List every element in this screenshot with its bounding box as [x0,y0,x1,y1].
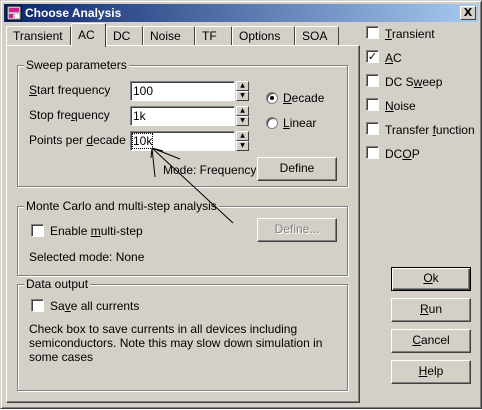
window-title: Choose Analysis [25,6,122,20]
dc-sweep-checkbox[interactable] [366,74,379,87]
dcop-checkbox[interactable] [366,146,379,159]
points-per-decade-input[interactable]: 10k [130,131,235,151]
ac-checkbox[interactable]: ✓ [366,50,379,63]
ac-label: AC [385,51,402,65]
close-button[interactable]: X [460,6,476,20]
linear-radio[interactable] [266,117,278,129]
multistep-define-button[interactable]: Define... [257,218,337,242]
tab-dc[interactable]: DC [106,26,143,46]
dcop-label: DCOP [385,147,420,161]
transient-checkbox[interactable] [366,26,379,39]
choose-analysis-dialog: Choose Analysis X Transient AC DC Noise … [0,0,482,409]
noise-checkbox[interactable] [366,98,379,111]
spin-up-icon[interactable]: ▲ [236,106,249,116]
tab-ac[interactable]: AC [71,23,106,47]
help-button[interactable]: Help [391,360,471,384]
save-all-currents-label: Save all currents [50,299,140,313]
cancel-button[interactable]: Cancel [391,329,471,353]
mode-text: Mode: Frequency [163,163,257,177]
monte-carlo-group: Monte Carlo and multi-step analysis Enab… [17,199,348,276]
ac-tab-panel: Sweep parameters Start frequency 100 ▲ ▼… [6,45,360,403]
stop-frequency-input[interactable]: 1k [130,106,235,126]
app-icon [6,5,22,21]
start-frequency-spinner[interactable]: ▲ ▼ [236,81,249,101]
sweep-define-button[interactable]: Define [257,157,337,181]
stop-frequency-spinner[interactable]: ▲ ▼ [236,106,249,126]
decade-label: Decade [283,91,325,105]
run-button[interactable]: Run [391,298,471,322]
sweep-parameters-group: Sweep parameters Start frequency 100 ▲ ▼… [17,58,348,187]
dc-sweep-label: DC Sweep [385,75,443,89]
start-frequency-input[interactable]: 100 [130,81,235,101]
enable-multistep-checkbox[interactable] [31,224,44,237]
noise-label: Noise [385,99,416,113]
sweep-parameters-label: Sweep parameters [24,58,129,72]
tab-tf[interactable]: TF [195,26,232,46]
spin-up-icon[interactable]: ▲ [236,131,249,141]
ok-button[interactable]: Ok [391,267,471,291]
spin-up-icon[interactable]: ▲ [236,81,249,91]
save-all-currents-checkbox[interactable] [31,299,44,312]
selected-mode-text: Selected mode: None [29,250,145,264]
spin-down-icon[interactable]: ▼ [236,116,249,126]
enable-multistep-label: Enable multi-step [50,224,143,238]
tab-noise[interactable]: Noise [143,26,195,46]
transient-label: Transient [385,27,435,41]
stop-frequency-label: Stop frequency [29,108,110,122]
checkmark-icon: ✓ [367,50,378,63]
transfer-function-label: Transfer function [385,123,475,137]
tab-options[interactable]: Options [232,26,295,46]
data-output-group: Data output Save all currents Check box … [17,277,348,391]
linear-label: Linear [283,116,317,130]
transfer-function-checkbox[interactable] [366,122,379,135]
points-per-decade-spinner[interactable]: ▲ ▼ [236,131,249,151]
spin-down-icon[interactable]: ▼ [236,141,249,151]
decade-radio[interactable] [266,92,278,104]
start-frequency-label: Start frequency [29,83,111,97]
points-per-decade-label: Points per decade [29,133,126,147]
tab-soa[interactable]: SOA [295,26,339,46]
data-output-description: Check box to save currents in all device… [29,322,323,364]
monte-carlo-label: Monte Carlo and multi-step analysis [24,199,219,213]
spin-down-icon[interactable]: ▼ [236,91,249,101]
tab-transient[interactable]: Transient [6,26,71,46]
title-bar[interactable]: Choose Analysis X [4,4,478,22]
data-output-label: Data output [24,277,91,291]
